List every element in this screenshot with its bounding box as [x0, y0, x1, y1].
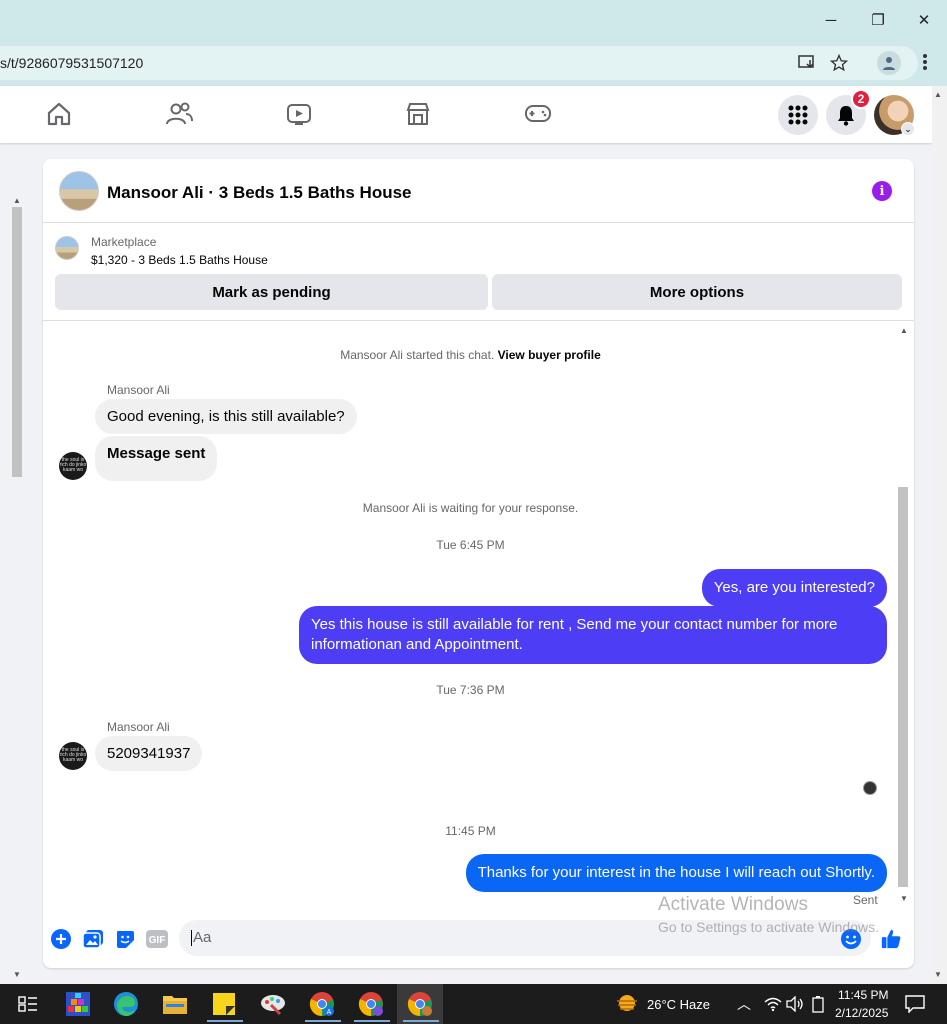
chrome-profile-c-icon[interactable] — [407, 991, 433, 1017]
address-bar[interactable]: s/t/9286079531507120 — [0, 46, 918, 80]
view-buyer-profile-link[interactable]: View buyer profile — [498, 348, 601, 362]
install-app-icon[interactable] — [797, 54, 817, 72]
app-running-indicator — [207, 1020, 243, 1022]
outgoing-message[interactable]: Yes, are you interested? — [701, 569, 887, 607]
page-scroll-up-icon[interactable]: ▲ — [934, 90, 942, 99]
incoming-message[interactable]: 5209341937 — [95, 736, 203, 771]
file-explorer-icon[interactable] — [162, 991, 188, 1017]
sender-name: Mansoor Ali — [107, 383, 170, 397]
weather-text[interactable]: 26°C Haze — [647, 997, 710, 1012]
notification-center-icon[interactable] — [902, 991, 928, 1017]
clock-time[interactable]: 11:45 PM — [838, 988, 888, 1002]
chat-title[interactable]: Mansoor Ali · 3 Beds 1.5 Baths House — [107, 183, 412, 203]
outgoing-message-latest[interactable]: Thanks for your interest in the house I … — [465, 854, 887, 892]
haze-weather-icon[interactable] — [614, 991, 640, 1017]
photo-icon[interactable] — [82, 928, 104, 950]
listing-thumbnail[interactable] — [55, 236, 79, 260]
chevron-down-icon[interactable]: ⌄ — [901, 122, 915, 136]
message-input-placeholder: Aa — [193, 929, 212, 946]
left-scrollbar[interactable] — [10, 193, 24, 983]
sender-avatar[interactable]: the soul is rich do jinko kaam wo — [59, 452, 87, 480]
facebook-top-nav — [0, 86, 932, 218]
left-scrollbar-thumb[interactable] — [12, 207, 22, 477]
address-bar-row: s/t/9286079531507120 — [0, 40, 947, 86]
outgoing-message[interactable]: Yes this house is still available for re… — [299, 606, 887, 664]
task-view-icon[interactable] — [15, 991, 41, 1017]
thumbs-up-icon[interactable] — [880, 928, 902, 950]
seen-avatar — [863, 781, 877, 795]
chat-started-notice: Mansoor Ali started this chat. View buye… — [43, 348, 898, 362]
chat-panel: Mansoor Ali · 3 Beds 1.5 Baths House i M… — [43, 159, 914, 968]
close-button[interactable]: ✕ — [911, 8, 937, 32]
message-list: Mansoor Ali started this chat. View buye… — [43, 321, 914, 911]
profile-icon[interactable] — [877, 51, 901, 75]
marketplace-label: Marketplace — [91, 235, 157, 249]
text-caret — [191, 930, 192, 947]
listing-avatar[interactable] — [59, 171, 99, 211]
mark-as-pending-button[interactable]: Mark as pending — [55, 274, 488, 310]
gif-icon[interactable]: GIF — [146, 928, 168, 950]
url-text: s/t/9286079531507120 — [0, 55, 144, 71]
chat-started-text: Mansoor Ali started this chat. — [340, 348, 495, 362]
home-icon[interactable] — [45, 100, 73, 128]
app-running-indicator — [354, 1020, 390, 1022]
msg-scroll-down-icon[interactable]: ▼ — [900, 894, 908, 903]
scroll-up-arrow-icon[interactable]: ▲ — [13, 196, 21, 205]
sender-name: Mansoor Ali — [107, 720, 170, 734]
video-icon[interactable] — [285, 100, 313, 128]
minimize-button[interactable]: ─ — [818, 8, 844, 32]
message-scrollbar[interactable] — [896, 321, 910, 899]
page-scroll-down-icon[interactable]: ▼ — [934, 970, 942, 979]
search-pill[interactable] — [0, 184, 10, 218]
plus-icon[interactable] — [50, 928, 72, 950]
menu-grid-button[interactable] — [778, 95, 818, 135]
bookmark-star-icon[interactable] — [829, 54, 849, 72]
svg-text:A: A — [327, 1009, 332, 1016]
app-running-indicator — [403, 1020, 439, 1022]
app-running-indicator — [305, 1020, 341, 1022]
chat-header: Mansoor Ali · 3 Beds 1.5 Baths House i — [43, 159, 914, 223]
svg-text:GIF: GIF — [149, 935, 166, 946]
sticky-notes-icon[interactable] — [211, 991, 237, 1017]
bell-icon — [838, 106, 854, 126]
listing-summary[interactable]: $1,320 - 3 Beds 1.5 Baths House — [91, 253, 268, 267]
chrome-profile-b-icon[interactable] — [358, 991, 384, 1017]
incoming-message[interactable]: Good evening, is this still available? — [95, 399, 357, 434]
friends-icon[interactable] — [165, 100, 193, 128]
chrome-profile-a-icon[interactable]: A — [309, 991, 335, 1017]
sent-status: Sent — [853, 893, 878, 907]
scroll-down-arrow-icon[interactable]: ▼ — [13, 970, 21, 979]
sticker-icon[interactable] — [114, 928, 136, 950]
activate-windows-subtitle: Go to Settings to activate Windows. — [658, 919, 879, 935]
browser-menu-icon[interactable] — [916, 51, 934, 73]
timestamp: Tue 6:45 PM — [436, 538, 505, 552]
game-app-icon[interactable] — [65, 991, 91, 1017]
marketplace-icon[interactable] — [404, 100, 432, 128]
msg-scroll-up-icon[interactable]: ▲ — [900, 326, 908, 335]
notification-badge: 2 — [851, 89, 871, 109]
grid-icon — [788, 105, 808, 125]
right-page-scrollbar[interactable] — [932, 86, 947, 983]
more-options-button[interactable]: More options — [492, 274, 902, 310]
activate-windows-title: Activate Windows — [658, 894, 808, 915]
battery-icon[interactable] — [805, 991, 831, 1017]
browser-title-bar: ─ ❐ ✕ — [0, 0, 947, 40]
chevron-up-icon[interactable]: ︿ — [737, 994, 751, 1014]
message-scrollbar-thumb[interactable] — [898, 487, 908, 887]
timestamp: Tue 7:36 PM — [436, 683, 505, 697]
sender-avatar[interactable]: the soul is rich do jinko kaam wo — [59, 742, 87, 770]
gaming-icon[interactable] — [524, 100, 552, 128]
restore-button[interactable]: ❐ — [865, 8, 891, 32]
incoming-message[interactable]: Message sent — [95, 436, 218, 481]
clock-date[interactable]: 2/12/2025 — [835, 1006, 888, 1020]
info-icon[interactable]: i — [872, 181, 892, 201]
paint-app-icon[interactable] — [260, 991, 286, 1017]
edge-browser-icon[interactable] — [113, 991, 139, 1017]
waiting-notice: Mansoor Ali is waiting for your response… — [362, 501, 579, 515]
timestamp: 11:45 PM — [445, 824, 496, 838]
